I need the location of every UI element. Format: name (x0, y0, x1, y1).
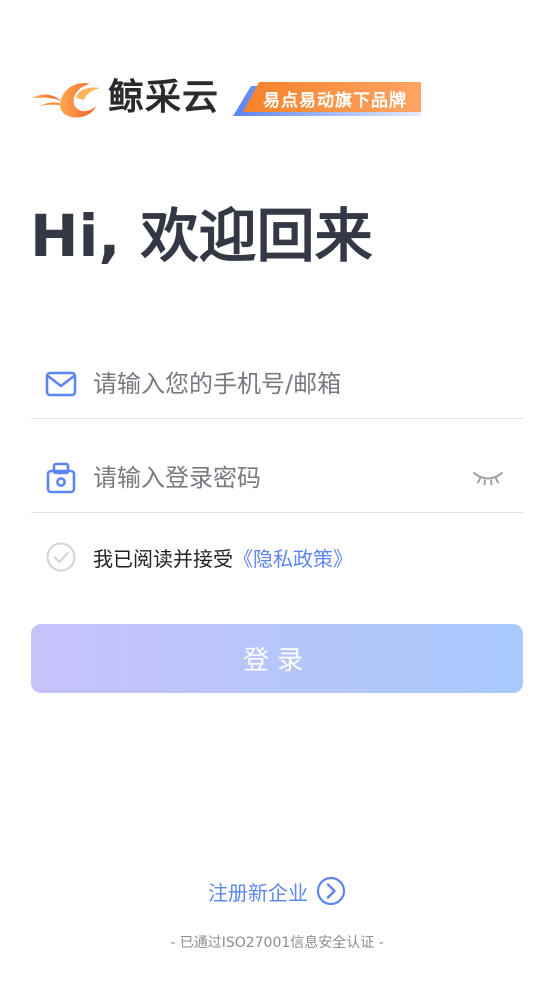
login-button[interactable]: 登录 (31, 624, 523, 693)
agree-checkbox[interactable] (46, 542, 76, 572)
privacy-agreement: 我已阅读并接受 《隐私政策》 (46, 540, 353, 574)
password-input[interactable] (93, 457, 453, 498)
password-visibility-toggle[interactable] (471, 463, 505, 493)
chevron-right-circle-icon (316, 876, 346, 906)
eye-closed-icon (473, 472, 503, 486)
brand-tagline-badge: 易点易动旗下品牌 (231, 82, 422, 116)
privacy-policy-link[interactable]: 《隐私政策》 (233, 543, 353, 572)
register-label: 注册新企业 (208, 880, 308, 905)
agree-label: 我已阅读并接受 (93, 546, 233, 571)
brand-header: 鲸采云 易点易动旗下品牌 (30, 76, 422, 120)
welcome-title: Hi, 欢迎回来 (30, 202, 373, 270)
iso-certification-note: - 已通过ISO27001信息安全认证 - (170, 935, 384, 951)
brand-name: 鲸采云 (108, 77, 220, 118)
lock-icon (45, 462, 77, 494)
whale-flame-logo-icon (32, 83, 100, 118)
brand-tagline: 易点易动旗下品牌 (263, 90, 408, 111)
register-company-link[interactable]: 注册新企业 (0, 874, 554, 908)
account-input[interactable] (93, 363, 453, 404)
password-field (31, 443, 523, 513)
mail-icon (45, 368, 77, 400)
account-field (31, 349, 523, 419)
